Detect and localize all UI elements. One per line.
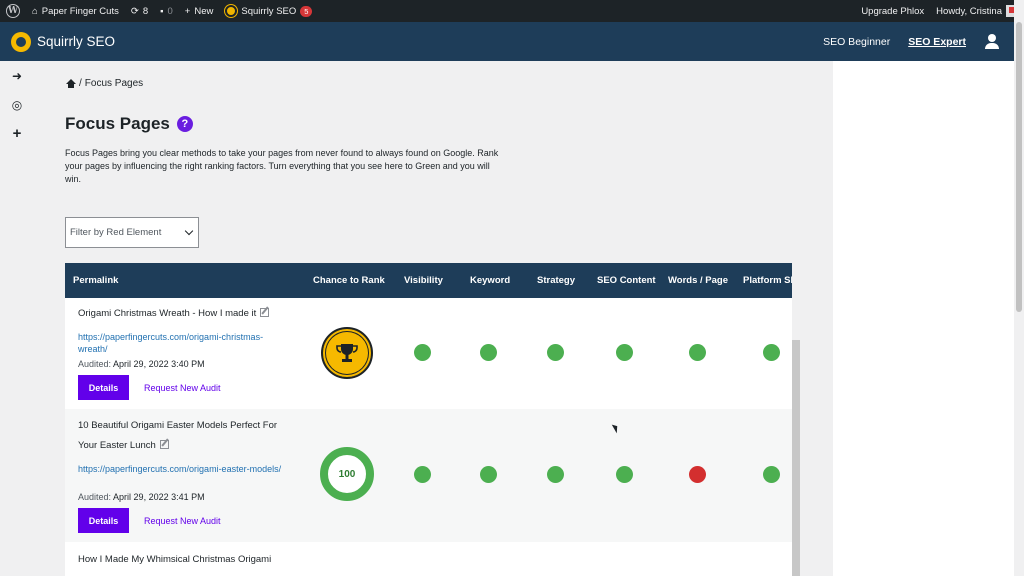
row-title: How I Made My Whimsical Christmas Origam… <box>78 554 272 565</box>
col-strategy: Strategy <box>537 275 576 286</box>
wp-admin-bar: W ⌂ Paper Finger Cuts ⟳ 8 ▪ 0 + New Squi… <box>0 0 1024 22</box>
seo-expert-link[interactable]: SEO Expert <box>908 36 966 48</box>
breadcrumb: / Focus Pages <box>66 78 143 89</box>
row-title: Origami Christmas Wreath - How I made it <box>78 308 257 319</box>
table-row: 10 Beautiful Origami Easter Models Perfe… <box>65 409 792 542</box>
upgrade-label: Upgrade Phlox <box>861 5 925 17</box>
words-page-status-dot <box>689 466 706 483</box>
keyword-status-dot <box>480 466 497 483</box>
col-keyword: Keyword <box>470 275 511 286</box>
notification-badge: 5 <box>300 5 313 17</box>
seo-content-status-dot <box>616 344 633 361</box>
page-url-link[interactable]: https://paperfingercuts.com/origami-east… <box>78 463 288 475</box>
table-row: How I Made My Whimsical Christmas Origam… <box>65 542 792 576</box>
col-platform-seo: Platform SE <box>743 275 792 286</box>
squirrly-label: Squirrly SEO <box>241 5 297 17</box>
audited-date: April 29, 2022 3:41 PM <box>113 492 205 502</box>
wordpress-icon: W <box>6 4 20 18</box>
account-menu[interactable]: Howdy, Cristina <box>930 0 1024 22</box>
plus-icon: + <box>184 5 191 17</box>
new-label: New <box>194 5 214 17</box>
squirrly-header: Squirrly SEO SEO Beginner SEO Expert <box>0 22 1014 61</box>
seo-content-status-dot <box>616 466 633 483</box>
howdy-label: Howdy, Cristina <box>936 5 1002 17</box>
page-title-cell: 10 Beautiful Origami Easter Models Perfe… <box>78 416 298 456</box>
plus-icon[interactable]: + <box>0 119 34 148</box>
target-icon[interactable]: ◎ <box>0 90 34 119</box>
chevron-down-icon <box>184 226 194 236</box>
edit-icon[interactable] <box>260 308 270 317</box>
col-words-per-page: Words / Page <box>668 275 729 286</box>
squirrly-icon <box>225 5 238 17</box>
row-title: 10 Beautiful Origami Easter Models Perfe… <box>78 420 278 451</box>
main-content: / Focus Pages Focus Pages ? Focus Pages … <box>34 61 833 576</box>
seo-beginner-link[interactable]: SEO Beginner <box>823 36 890 48</box>
page-title-text: Focus Pages <box>65 114 170 133</box>
squirrly-menu-link[interactable]: Squirrly SEO 5 <box>219 0 318 22</box>
visibility-status-dot <box>414 466 431 483</box>
site-name-link[interactable]: ⌂ Paper Finger Cuts <box>26 0 125 22</box>
app-title: Squirrly SEO <box>37 34 116 49</box>
platform-seo-status-dot <box>763 344 780 361</box>
home-icon: ⌂ <box>32 5 38 17</box>
focus-pages-table: Permalink Chance to Rank Visibility Keyw… <box>65 263 792 576</box>
comment-icon: ▪ <box>160 5 164 17</box>
breadcrumb-separator: / <box>79 78 82 89</box>
table-header: Permalink Chance to Rank Visibility Keyw… <box>65 263 792 298</box>
words-page-status-dot <box>689 344 706 361</box>
new-content-link[interactable]: + New <box>179 0 220 22</box>
col-seo-content: SEO Content <box>597 275 656 286</box>
strategy-status-dot <box>547 466 564 483</box>
scrollbar-thumb[interactable] <box>1016 22 1022 312</box>
details-button[interactable]: Details <box>78 508 129 533</box>
red-element-filter-select[interactable]: Filter by Red Element <box>65 217 199 248</box>
col-permalink: Permalink <box>73 275 119 286</box>
platform-seo-status-dot <box>763 466 780 483</box>
page-title: Focus Pages ? <box>65 114 193 134</box>
audited-date: April 29, 2022 3:40 PM <box>113 359 205 369</box>
page-url-link[interactable]: https://paperfingercuts.com/origami-chri… <box>78 331 288 355</box>
table-row: Origami Christmas Wreath - How I made it… <box>65 298 792 409</box>
audited-label: Audited: <box>78 492 112 502</box>
rank-score-ring: 100 <box>320 447 374 501</box>
page-title-cell: How I Made My Whimsical Christmas Origam… <box>78 550 298 570</box>
audited-info: Audited: April 29, 2022 3:40 PM <box>78 359 205 369</box>
filter-value: Filter by Red Element <box>70 227 162 238</box>
refresh-icon: ⟳ <box>130 5 139 17</box>
home-icon[interactable] <box>66 79 76 88</box>
site-name-label: Paper Finger Cuts <box>41 5 119 17</box>
comments-count: 0 <box>167 5 173 17</box>
request-audit-link[interactable]: Request New Audit <box>144 508 221 533</box>
page-scrollbar[interactable] <box>1014 0 1024 576</box>
edit-icon[interactable] <box>159 440 169 449</box>
keyword-status-dot <box>480 344 497 361</box>
strategy-status-dot <box>547 344 564 361</box>
page-description: Focus Pages bring you clear methods to t… <box>65 148 499 184</box>
comments-link[interactable]: ▪ 0 <box>154 0 179 22</box>
trophy-icon <box>321 327 373 379</box>
col-visibility: Visibility <box>404 275 443 286</box>
breadcrumb-current: Focus Pages <box>84 78 144 89</box>
visibility-status-dot <box>414 344 431 361</box>
wordpress-logo-button[interactable]: W <box>0 0 26 22</box>
table-scrollbar[interactable] <box>792 340 800 576</box>
page-title-cell: Origami Christmas Wreath - How I made it <box>78 304 298 324</box>
upgrade-link[interactable]: Upgrade Phlox <box>855 0 930 22</box>
col-chance-to-rank: Chance to Rank <box>313 275 385 286</box>
right-panel <box>833 61 1014 576</box>
details-button[interactable]: Details <box>78 375 129 400</box>
squirrly-logo-icon <box>11 31 31 52</box>
side-toolbar: ➜ ◎ + <box>0 61 34 576</box>
updates-count: 8 <box>142 5 149 17</box>
help-icon[interactable]: ? <box>176 116 193 132</box>
updates-link[interactable]: ⟳ 8 <box>125 0 154 22</box>
user-icon[interactable] <box>984 33 1000 50</box>
request-audit-link[interactable]: Request New Audit <box>144 375 221 400</box>
audited-info: Audited: April 29, 2022 3:41 PM <box>78 492 205 502</box>
arrow-right-icon[interactable]: ➜ <box>0 61 34 90</box>
audited-label: Audited: <box>78 359 112 369</box>
